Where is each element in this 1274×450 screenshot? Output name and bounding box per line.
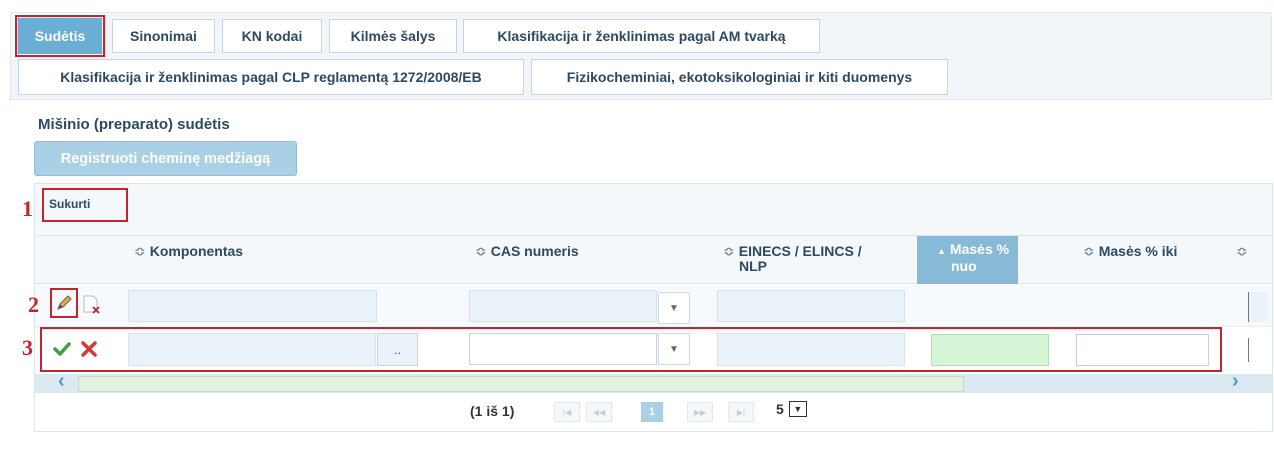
sort-icon: ≎ [723,243,735,259]
column-label: Komponentas [149,243,244,259]
tab-fizikocheminiai[interactable]: Fizikocheminiai, ekotoksikologiniai ir k… [531,59,948,95]
column-label: CAS numeris [490,243,579,259]
tab-klasifikacija-clp[interactable]: Klasifikacija ir ženklinimas pagal CLP r… [18,59,524,95]
marker-2: 2 [28,292,39,317]
komponentas-field[interactable] [128,290,377,322]
column-label: nuo [951,258,977,274]
einecs-field[interactable] [717,290,905,322]
column-header-komponentas[interactable]: ≎ Komponentas [134,244,243,259]
tab-sinonimai[interactable]: Sinonimai [112,19,215,53]
section-title: Mišinio (preparato) sudėtis [38,116,230,133]
marker-1: 1 [22,196,33,221]
previous-page-icon[interactable]: ◀◀ [586,402,612,422]
next-page-icon[interactable]: ▶▶ [687,402,713,422]
delete-document-icon[interactable] [80,293,102,315]
column-header-einecs[interactable]: ≎ EINECS / ELINCS / NLP [723,244,862,274]
column-header-next[interactable]: ≎ [1236,244,1252,259]
truncated-cell [1248,292,1268,322]
scrollbar-thumb[interactable] [78,376,964,392]
column-header-mases-nuo[interactable]: ▲ Masės % nuo [917,236,1018,284]
highlight-box-edit-row [40,327,1222,372]
scroll-left-arrow-icon[interactable]: ‹ [58,370,65,393]
tab-kn-kodai[interactable]: KN kodai [222,19,322,53]
sort-icon: ≎ [1236,243,1248,259]
column-header-mases-iki[interactable]: ≎ Masės % iki [1083,244,1177,259]
highlight-box-tab [15,15,105,57]
sort-ascending-icon: ▲ [937,246,946,256]
chevron-down-icon: ▼ [669,302,679,314]
marker-3: 3 [22,335,33,360]
first-page-icon[interactable]: |◀ [554,402,580,422]
column-label: NLP [739,258,767,274]
chevron-down-icon: ▼ [788,401,807,417]
sort-icon: ≎ [1083,243,1095,259]
highlight-box-edit [50,288,78,318]
cas-field[interactable] [469,290,657,322]
register-substance-button[interactable]: Registruoti cheminę medžiagą [34,141,297,176]
column-header-cas[interactable]: ≎ CAS numeris [475,244,579,259]
tab-klasifikacija-am[interactable]: Klasifikacija ir ženklinimas pagal AM tv… [463,19,820,53]
tab-kilmes-salys[interactable]: Kilmės šalys [329,19,457,53]
cas-dropdown-button[interactable]: ▼ [658,292,690,324]
column-label: EINECS / ELINCS / [738,243,862,259]
sort-icon: ≎ [475,243,487,259]
sort-icon: ≎ [134,243,146,259]
paginator-info: (1 iš 1) [470,403,515,419]
truncated-cell [1248,338,1268,362]
scroll-right-arrow-icon[interactable]: › [1232,370,1239,393]
current-page-button[interactable]: 1 [641,402,663,422]
highlight-box-create [42,188,128,222]
rows-per-page-value: 5 [776,401,784,417]
column-label: Masės % [949,241,1010,257]
last-page-icon[interactable]: ▶| [728,402,754,422]
table-toolbar [35,184,1272,236]
column-label: Masės % iki [1098,243,1178,259]
rows-per-page-select[interactable]: 5 ▼ [776,401,807,417]
